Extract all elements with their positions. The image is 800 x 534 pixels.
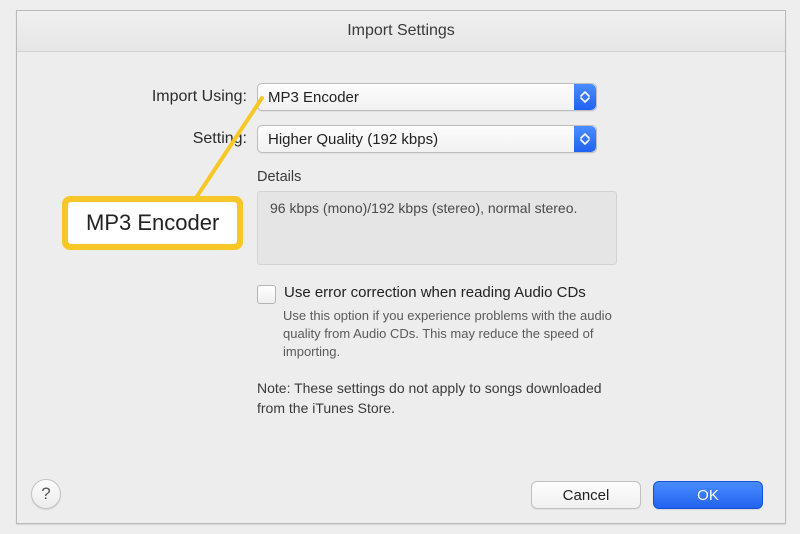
callout-box: MP3 Encoder — [62, 196, 243, 250]
details-box: 96 kbps (mono)/192 kbps (stereo), normal… — [257, 191, 617, 265]
error-correction-checkbox[interactable] — [257, 285, 276, 304]
setting-label: Setting: — [17, 130, 257, 148]
import-using-label: Import Using: — [17, 88, 257, 106]
import-settings-dialog: Import Settings Import Using: MP3 Encode… — [16, 10, 786, 524]
setting-value: Higher Quality (192 kbps) — [258, 131, 574, 148]
dialog-title: Import Settings — [17, 11, 785, 52]
import-using-value: MP3 Encoder — [258, 89, 574, 106]
error-correction-label: Use error correction when reading Audio … — [284, 284, 586, 301]
import-using-select[interactable]: MP3 Encoder — [257, 83, 597, 111]
cancel-button-label: Cancel — [563, 487, 610, 504]
ok-button-label: OK — [697, 487, 719, 504]
cancel-button[interactable]: Cancel — [531, 481, 641, 509]
error-correction-row: Use error correction when reading Audio … — [257, 284, 647, 304]
dialog-buttons: Cancel OK — [531, 481, 763, 509]
question-icon: ? — [41, 484, 50, 504]
help-button[interactable]: ? — [31, 479, 61, 509]
details-text: 96 kbps (mono)/192 kbps (stereo), normal… — [270, 200, 577, 216]
error-correction-help: Use this option if you experience proble… — [283, 307, 643, 362]
callout-text: MP3 Encoder — [66, 200, 239, 246]
chevron-up-down-icon — [574, 84, 596, 110]
setting-select[interactable]: Higher Quality (192 kbps) — [257, 125, 597, 153]
ok-button[interactable]: OK — [653, 481, 763, 509]
import-using-row: Import Using: MP3 Encoder — [17, 83, 785, 111]
chevron-up-down-icon — [574, 126, 596, 152]
note-text: Note: These settings do not apply to son… — [257, 379, 627, 418]
setting-row: Setting: Higher Quality (192 kbps) — [17, 125, 785, 153]
details-heading: Details — [257, 169, 301, 185]
